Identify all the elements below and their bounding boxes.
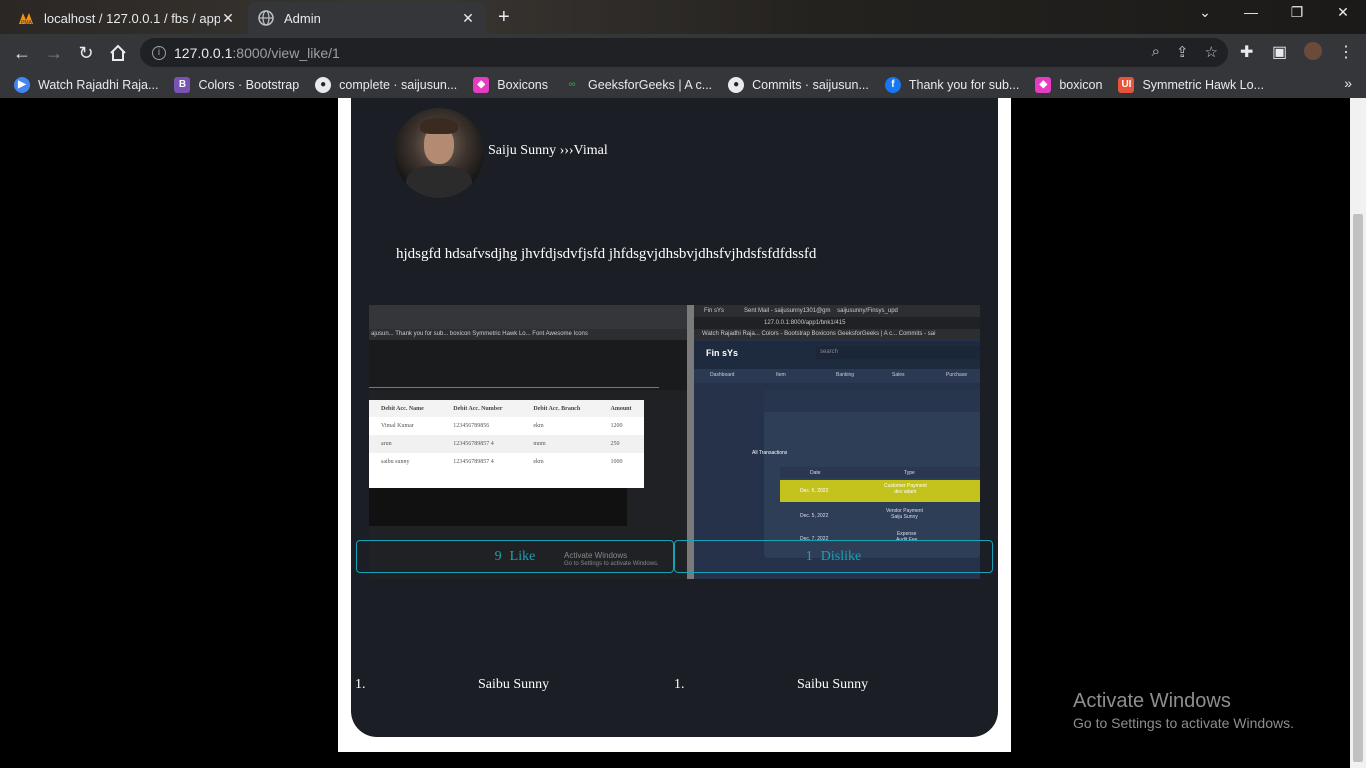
facebook-icon: f bbox=[884, 76, 901, 93]
liker-index: 1. bbox=[355, 677, 366, 692]
post-card: Saiju Sunny ›››Vimal hjdsgfd hdsafvsdjhg… bbox=[351, 98, 998, 737]
bookmark-item[interactable]: ● complete · saijusun... bbox=[315, 76, 457, 93]
windows-activation-watermark: Activate Windows Go to Settings to activ… bbox=[1073, 690, 1294, 731]
liker-name: Saibu Sunny bbox=[478, 677, 550, 692]
image-right-pane: Fin sYs Sent Mail - saijusunny1301@gm sa… bbox=[694, 305, 980, 579]
bookmark-item[interactable]: UI Symmetric Hawk Lo... bbox=[1118, 76, 1264, 93]
bookmark-item[interactable]: ● Commits · saijusun... bbox=[728, 76, 869, 93]
like-button[interactable]: 9 Like bbox=[356, 540, 674, 573]
page-viewport: Saiju Sunny ›››Vimal hjdsgfd hdsafvsdjhg… bbox=[0, 98, 1350, 768]
extensions-icon[interactable]: ✚ bbox=[1240, 42, 1253, 62]
image-left-pane: ajusun... Thank you for sub... boxicon S… bbox=[369, 305, 687, 579]
tab-strip: PMA localhost / 127.0.0.1 / fbs / app1 ✕… bbox=[0, 0, 1366, 34]
bookmark-item[interactable]: ◆ Boxicons bbox=[473, 76, 548, 93]
bookmark-item[interactable]: ∞ GeeksforGeeks | A c... bbox=[564, 77, 712, 93]
github-icon: ● bbox=[315, 76, 332, 93]
close-tab-icon[interactable]: ✕ bbox=[460, 10, 476, 27]
boxicons-icon: ◆ bbox=[473, 76, 490, 93]
site-info-icon[interactable]: i bbox=[152, 45, 166, 60]
page-scrollbar[interactable] bbox=[1350, 98, 1366, 768]
tab-search-chevron-icon[interactable]: ⌄ bbox=[1182, 4, 1228, 21]
share-icon[interactable]: ⇪ bbox=[1176, 43, 1189, 61]
close-tab-icon[interactable]: ✕ bbox=[220, 10, 236, 27]
bookmark-item[interactable]: ▶ Watch Rajadhi Raja... bbox=[14, 76, 158, 93]
disliker-index: 1. bbox=[674, 677, 685, 692]
minimize-icon[interactable]: — bbox=[1228, 4, 1274, 20]
gfg-icon: ∞ bbox=[568, 79, 576, 90]
ui-icon: UI bbox=[1118, 76, 1135, 93]
back-icon[interactable]: ← bbox=[10, 41, 34, 65]
forward-icon[interactable]: → bbox=[42, 41, 66, 65]
home-icon[interactable] bbox=[106, 41, 130, 65]
image-modal: Debit Acc. Name Debit Acc. Number Debit … bbox=[369, 400, 644, 488]
zoom-icon[interactable]: ⌕ bbox=[1152, 43, 1160, 61]
bookmark-star-icon[interactable]: ☆ bbox=[1205, 43, 1218, 61]
bootstrap-icon: B bbox=[174, 76, 191, 93]
menu-dots-icon[interactable]: ⋮ bbox=[1338, 42, 1354, 62]
scrollbar-thumb[interactable] bbox=[1353, 214, 1363, 762]
restore-icon[interactable]: ❐ bbox=[1274, 4, 1320, 21]
bookmark-item[interactable]: ◆ boxicon bbox=[1035, 76, 1102, 93]
image-bookmarks-text: ajusun... Thank you for sub... boxicon S… bbox=[369, 329, 687, 340]
play-icon: ▶ bbox=[14, 76, 30, 93]
github-icon: ● bbox=[728, 76, 745, 93]
browser-toolbar: ← → ↻ i 127.0.0.1:8000/view_like/1 ⌕ ⇪ ☆… bbox=[0, 34, 1366, 71]
tab-title: Admin bbox=[284, 10, 321, 26]
svg-text:PMA: PMA bbox=[21, 20, 33, 25]
poster-name: Saiju Sunny ›››Vimal bbox=[488, 143, 608, 158]
window-close-icon[interactable]: ✕ bbox=[1320, 4, 1366, 21]
page-container: Saiju Sunny ›››Vimal hjdsgfd hdsafvsdjhg… bbox=[338, 98, 1011, 752]
phpmyadmin-icon: PMA bbox=[18, 10, 34, 26]
side-panel-icon[interactable]: ▣ bbox=[1272, 42, 1287, 62]
url-path: :8000/view_like/1 bbox=[232, 44, 340, 61]
bookmark-item[interactable]: f Thank you for sub... bbox=[884, 76, 1019, 93]
globe-icon bbox=[258, 10, 274, 26]
like-count: 9 bbox=[494, 548, 502, 564]
reload-icon[interactable]: ↻ bbox=[74, 41, 98, 65]
bookmark-item[interactable]: B Colors · Bootstrap bbox=[174, 76, 299, 93]
url-host: 127.0.0.1 bbox=[174, 44, 233, 61]
tab-phpmyadmin[interactable]: PMA localhost / 127.0.0.1 / fbs / app1 ✕ bbox=[8, 2, 246, 34]
post-image: ajusun... Thank you for sub... boxicon S… bbox=[369, 305, 980, 579]
new-tab-icon[interactable]: + bbox=[498, 6, 510, 29]
poster-avatar bbox=[394, 108, 484, 198]
dislike-count: 1 bbox=[805, 548, 813, 564]
post-text: hjdsgfd hdsafvsdjhg jhvfdjsdvfjsfd jhfds… bbox=[396, 246, 817, 262]
address-bar[interactable]: i 127.0.0.1:8000/view_like/1 ⌕ ⇪ ☆ bbox=[140, 38, 1228, 67]
bookmarks-bar: ▶ Watch Rajadhi Raja... B Colors · Bootstr… bbox=[0, 71, 1366, 98]
boxicons-icon: ◆ bbox=[1035, 76, 1052, 93]
more-bookmarks-icon[interactable]: » bbox=[1344, 75, 1352, 91]
dislike-label: Dislike bbox=[820, 548, 862, 564]
tab-title: localhost / 127.0.0.1 / fbs / app1 bbox=[44, 10, 220, 26]
dislike-button[interactable]: 1 Dislike bbox=[674, 540, 993, 573]
tab-admin[interactable]: Admin ✕ bbox=[248, 2, 486, 34]
profile-avatar[interactable] bbox=[1304, 42, 1322, 60]
like-label: Like bbox=[509, 548, 536, 564]
disliker-name: Saibu Sunny bbox=[797, 677, 869, 692]
